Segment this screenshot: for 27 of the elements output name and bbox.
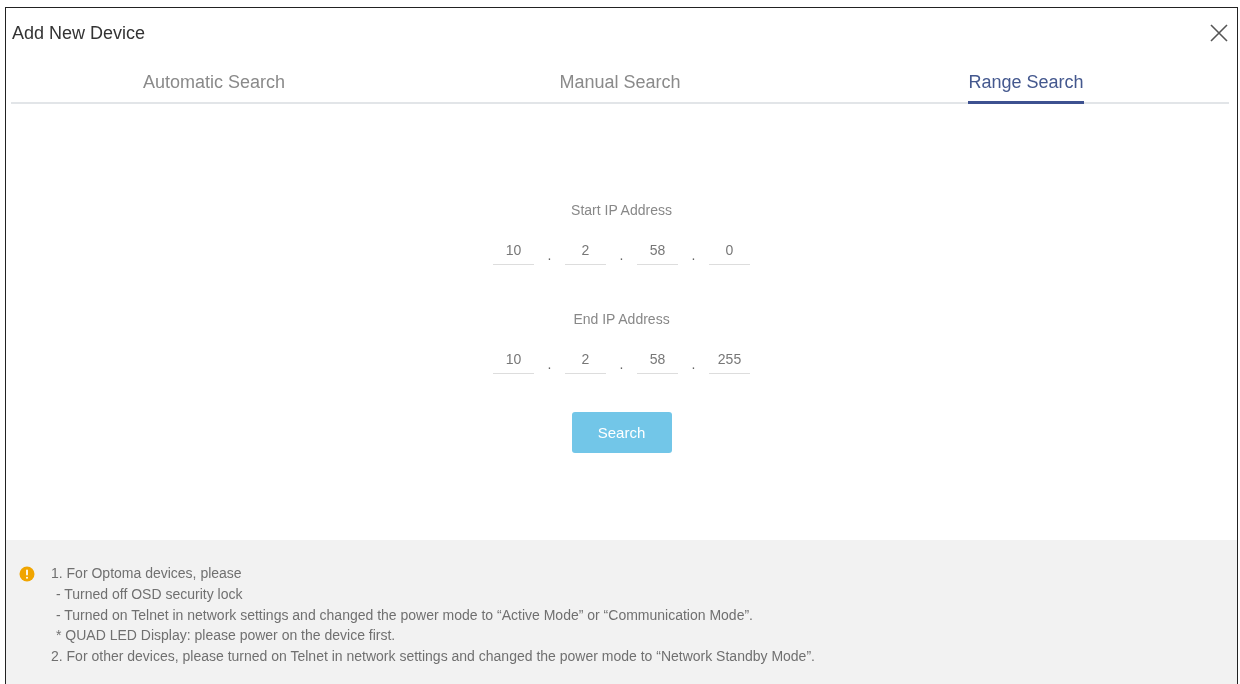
dot-separator: . [690,356,697,374]
note-text: 1. For Optoma devices, please [51,564,243,583]
note-text: - Turned off OSD security lock [55,584,244,604]
window-title: Add New Device [12,22,146,44]
octet-field[interactable]: 58 [637,242,678,265]
tab[interactable]: Range Search [968,72,1084,104]
warning-icon [19,566,35,582]
octet-field[interactable]: 10 [493,351,534,374]
note-text: 2. For other devices, please turned on Telnet in network settings and changed the power mode to “Network Standby Mode”. [51,647,815,667]
ip-label: End IP Address [573,311,670,327]
octet-field[interactable]: 2 [565,351,606,374]
dot-separator: . [690,247,697,265]
octet-field[interactable]: 255 [709,351,750,374]
octet-field[interactable]: 10 [493,242,534,265]
tab[interactable]: Manual Search [559,72,681,104]
dot-separator: . [546,356,553,374]
close-button[interactable] [1209,23,1229,43]
dot-separator: . [546,247,553,265]
note-text: - Turned on Telnet in network settings and changed the power mode to “Active Mode” or “Communication Mode”. [55,605,754,625]
ip-label: Start IP Address [571,202,672,218]
dot-separator: . [618,247,625,265]
note-text: * QUAD LED Display: please power on the device first. [55,626,397,646]
octet-field[interactable]: 0 [709,242,750,265]
octet-field[interactable]: 2 [565,242,606,265]
tab[interactable]: Automatic Search [142,72,286,104]
dot-separator: . [618,356,625,374]
octet-field[interactable]: 58 [637,351,678,374]
